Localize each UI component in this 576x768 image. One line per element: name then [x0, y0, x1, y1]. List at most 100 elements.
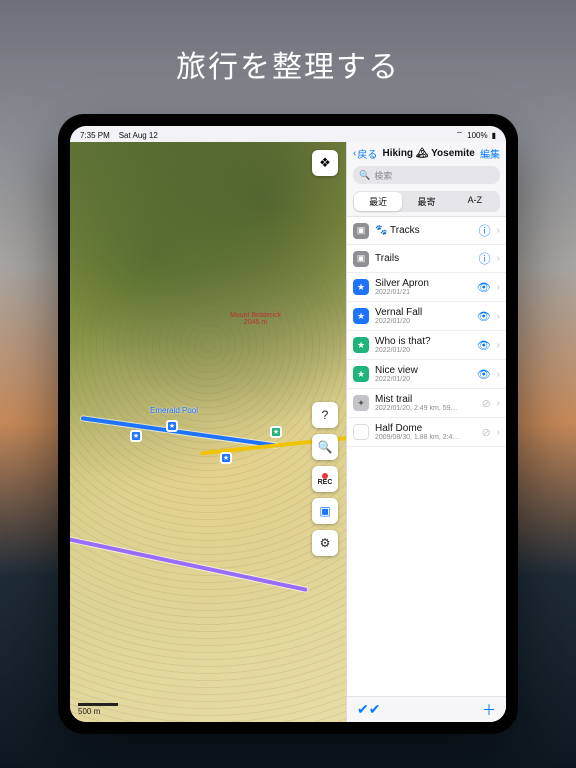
route-icon: ⇢ [353, 424, 369, 440]
list-item[interactable]: ⇢ Half Dome2009/08/30, 1.88 km, 2:4… ⊘ › [347, 418, 506, 447]
star-icon: ★ [353, 308, 369, 324]
item-name: Who is that? [375, 336, 471, 347]
chevron-right-icon: › [497, 225, 500, 236]
help-icon: ? [322, 408, 329, 422]
chevron-right-icon: › [497, 311, 500, 322]
visibility-on-icon[interactable]: 👁 [477, 310, 491, 323]
scale-text: 500 m [78, 707, 100, 716]
map-scale: 500 m [78, 703, 118, 716]
sidebar: ‹ 戻る Hiking 🏔 Yosemite 編集 🔍 検索 最近 最寄 A-Z… [346, 142, 506, 722]
map-peak-label: Mount Broderick 2045 m [230, 312, 281, 326]
search-input[interactable]: 🔍 検索 [353, 166, 500, 184]
gear-icon: ⚙ [320, 536, 331, 550]
info-icon[interactable]: ⓘ [479, 250, 491, 267]
item-text: Trails [375, 253, 473, 264]
visibility-on-icon[interactable]: 👁 [477, 339, 491, 352]
layers-button[interactable]: ❖ [312, 150, 338, 176]
status-bar: 7:35 PM Sat Aug 12 ⌔ 100% ▮ [70, 126, 506, 142]
peak-elev: 2045 m [230, 319, 281, 326]
chevron-right-icon: › [497, 398, 500, 409]
help-button[interactable]: ? [312, 402, 338, 428]
segment-az[interactable]: A-Z [451, 192, 499, 211]
list-item[interactable]: ★Nice view2022/01/20👁› [347, 360, 506, 389]
list-item[interactable]: ★ Vernal Fall2022/01/20 👁 › [347, 302, 506, 331]
item-text: Silver Apron2022/01/21 [375, 278, 471, 296]
item-name: Trails [375, 253, 473, 264]
info-icon[interactable]: ⓘ [479, 222, 491, 239]
status-time: 7:35 PM [80, 131, 110, 140]
contour-lines [70, 142, 346, 722]
chevron-right-icon: › [497, 427, 500, 438]
item-subtitle: 2022/01/21 [375, 289, 471, 296]
list-item[interactable]: ▣ Trails ⓘ › [347, 245, 506, 273]
multiselect-button[interactable]: ✔︎✔︎ [357, 701, 380, 718]
item-list[interactable]: ▣🐾 Tracksⓘ›▣Trailsⓘ›★Silver Apron2022/01… [347, 216, 506, 696]
chevron-right-icon: › [497, 340, 500, 351]
item-text: Who is that?2022/01/20 [375, 336, 471, 354]
map-view[interactable]: Emerald Pool Mount Broderick 2045 m 500 … [70, 142, 346, 722]
back-button[interactable]: ‹ 戻る [353, 146, 377, 161]
visibility-off-icon[interactable]: ⊘ [481, 397, 490, 410]
item-text: Mist trail2022/01/20, 2.49 km, 59… [375, 394, 475, 412]
item-name: Nice view [375, 365, 471, 376]
search-icon: 🔍 [359, 170, 370, 181]
map-tool-stack: ? 🔍 REC ▣ ⚙ [312, 402, 338, 556]
visibility-on-icon[interactable]: 👁 [477, 368, 491, 381]
item-text: 🐾 Tracks [375, 225, 473, 236]
waypoint-pin[interactable] [130, 430, 142, 442]
item-name: Half Dome [375, 423, 475, 434]
item-name: Mist trail [375, 394, 475, 405]
record-button[interactable]: REC [312, 466, 338, 492]
item-name: 🐾 Tracks [375, 225, 473, 236]
visibility-on-icon[interactable]: 👁 [477, 281, 491, 294]
tablet-frame: 7:35 PM Sat Aug 12 ⌔ 100% ▮ Eme [58, 114, 518, 734]
sidebar-title: Hiking 🏔 Yosemite [382, 148, 474, 159]
item-name: Vernal Fall [375, 307, 471, 318]
item-subtitle: 2009/08/30, 1.88 km, 2:4… [375, 434, 475, 441]
camera-icon: ▣ [319, 504, 330, 518]
settings-button[interactable]: ⚙ [312, 530, 338, 556]
layers-icon: ❖ [319, 155, 331, 171]
chevron-right-icon: › [497, 369, 500, 380]
list-item[interactable]: ✦ Mist trail2022/01/20, 2.49 km, 59… ⊘ › [347, 389, 506, 418]
sidebar-nav: ‹ 戻る Hiking 🏔 Yosemite 編集 [347, 142, 506, 163]
map-label-emerald[interactable]: Emerald Pool [150, 406, 198, 415]
segmented-control[interactable]: 最近 最寄 A-Z [353, 191, 500, 212]
waypoint-pin[interactable] [166, 420, 178, 432]
chevron-right-icon: › [497, 253, 500, 264]
record-label: REC [318, 479, 333, 486]
folder-icon: ▣ [353, 223, 369, 239]
waypoint-pin-green[interactable] [270, 426, 282, 438]
search-icon: 🔍 [318, 440, 333, 454]
segment-nearest[interactable]: 最寄 [402, 192, 450, 211]
list-item[interactable]: ★Who is that?2022/01/20👁› [347, 331, 506, 360]
list-item[interactable]: ▣ 🐾 Tracks ⓘ › [347, 217, 506, 245]
star-icon: ★ [353, 366, 369, 382]
waypoint-pin[interactable] [220, 452, 232, 464]
status-date: Sat Aug 12 [119, 131, 158, 140]
star-icon: ★ [353, 279, 369, 295]
search-placeholder: 検索 [374, 169, 392, 182]
folder-icon: ▣ [353, 251, 369, 267]
tablet-screen: 7:35 PM Sat Aug 12 ⌔ 100% ▮ Eme [70, 126, 506, 722]
search-map-button[interactable]: 🔍 [312, 434, 338, 460]
item-subtitle: 2022/01/20 [375, 347, 471, 354]
item-subtitle: 2022/01/20 [375, 318, 471, 325]
visibility-off-icon[interactable]: ⊘ [481, 426, 490, 439]
edit-button[interactable]: 編集 [480, 146, 500, 161]
hero-title: 旅行を整理する [176, 42, 400, 86]
segment-recent[interactable]: 最近 [354, 192, 402, 211]
status-battery: 100% [467, 131, 487, 140]
wifi-icon: ⌔ [456, 130, 464, 140]
track-icon: ✦ [353, 395, 369, 411]
add-button[interactable]: ＋ [482, 700, 496, 720]
item-text: Half Dome2009/08/30, 1.88 km, 2:4… [375, 423, 475, 441]
status-time-date: 7:35 PM Sat Aug 12 [80, 131, 158, 140]
sidebar-footer: ✔︎✔︎ ＋ [347, 696, 506, 722]
chevron-left-icon: ‹ [353, 148, 356, 159]
camera-button[interactable]: ▣ [312, 498, 338, 524]
item-subtitle: 2022/01/20, 2.49 km, 59… [375, 405, 475, 412]
list-item[interactable]: ★Silver Apron2022/01/21👁› [347, 273, 506, 302]
peak-name: Mount Broderick [230, 312, 281, 319]
item-name: Silver Apron [375, 278, 471, 289]
